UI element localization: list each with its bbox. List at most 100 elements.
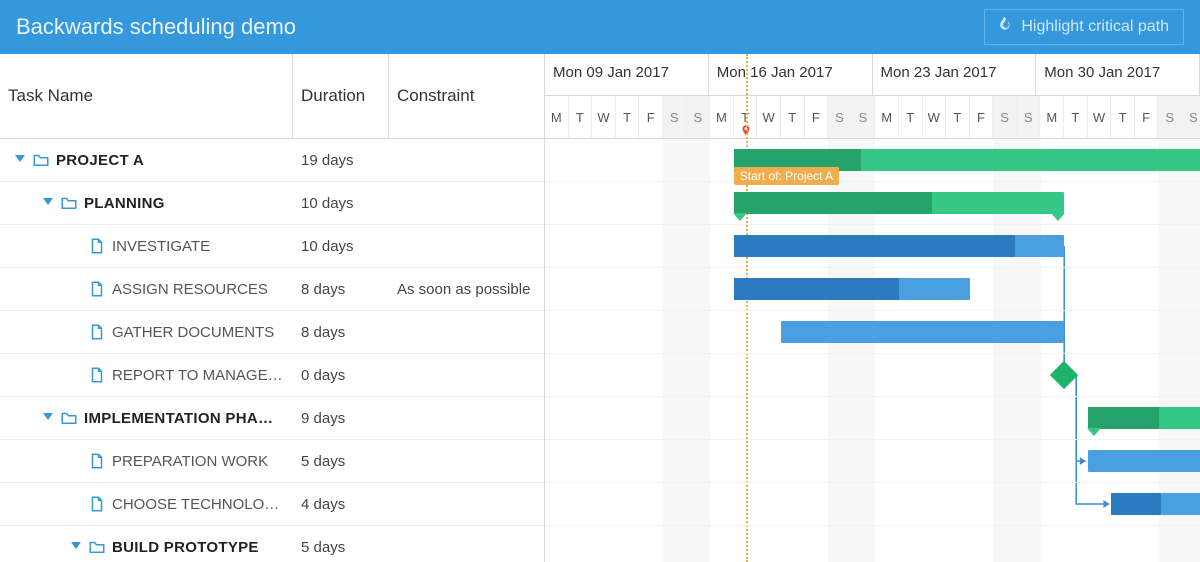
task-name-label: Implementation phase: [84, 410, 274, 427]
folder-icon: [60, 194, 78, 212]
day-header: S: [828, 96, 852, 138]
day-header: S: [1017, 96, 1041, 138]
timeline-row[interactable]: [545, 526, 1200, 562]
progress-fill: [734, 278, 899, 300]
week-header: Mon 09 Jan 2017: [545, 54, 709, 95]
week-header: Mon 23 Jan 2017: [873, 54, 1037, 95]
highlight-critical-path-label: Highlight critical path: [1021, 18, 1169, 36]
column-header-task[interactable]: Task Name: [0, 54, 293, 138]
task-name-label: Investigate: [112, 238, 210, 255]
table-row[interactable]: Gather documents8 days: [0, 311, 544, 354]
day-header: W: [1088, 96, 1112, 138]
day-header: W: [923, 96, 947, 138]
task-name-label: Choose technolo…: [112, 496, 279, 513]
progress-fill: [734, 192, 932, 214]
day-header: W: [592, 96, 616, 138]
duration-cell[interactable]: 0 days: [293, 367, 389, 384]
week-header: Mon 30 Jan 2017: [1036, 54, 1200, 95]
day-header: T: [781, 96, 805, 138]
duration-cell[interactable]: 10 days: [293, 195, 389, 212]
duration-cell[interactable]: 19 days: [293, 152, 389, 169]
day-header: S: [1158, 96, 1182, 138]
day-header: T: [946, 96, 970, 138]
table-row[interactable]: Planning 10 days: [0, 182, 544, 225]
day-header: M: [1040, 96, 1064, 138]
table-row[interactable]: Choose technolo… 4 days: [0, 483, 544, 526]
body: Task Name Duration Constraint Project A 1…: [0, 54, 1200, 562]
task-name-label: Planning: [84, 195, 165, 212]
column-header-duration[interactable]: Duration: [293, 54, 389, 138]
constraint-cell[interactable]: As soon as possible: [389, 281, 544, 298]
table-row[interactable]: Implementation phase 9 days: [0, 397, 544, 440]
day-header: T: [899, 96, 923, 138]
day-header: T: [569, 96, 593, 138]
duration-cell[interactable]: 4 days: [293, 496, 389, 513]
page-title: Backwards scheduling demo: [16, 14, 296, 40]
duration-cell[interactable]: 9 days: [293, 410, 389, 427]
highlight-critical-path-button[interactable]: Highlight critical path: [984, 9, 1184, 45]
task-name-label: Project A: [56, 152, 144, 169]
gantt-task-bar[interactable]: [1111, 493, 1200, 515]
timeline-row[interactable]: [545, 354, 1200, 397]
file-icon: [88, 323, 106, 341]
day-header: S: [993, 96, 1017, 138]
progress-fill: [734, 235, 1015, 257]
gantt-task-bar[interactable]: [734, 278, 970, 300]
timeline-panel[interactable]: Mon 09 Jan 2017Mon 16 Jan 2017Mon 23 Jan…: [545, 54, 1200, 562]
gantt-milestone[interactable]: [1050, 361, 1078, 389]
duration-cell[interactable]: 8 days: [293, 324, 389, 341]
timeline-week-row: Mon 09 Jan 2017Mon 16 Jan 2017Mon 23 Jan…: [545, 54, 1200, 96]
timeline-row[interactable]: [545, 225, 1200, 268]
gantt-summary-bar[interactable]: [734, 192, 1064, 214]
table-row[interactable]: Assign resources 8 daysAs soon as possibl…: [0, 268, 544, 311]
timeline-body[interactable]: Start of: Project A: [545, 139, 1200, 562]
task-name-label: Build prototype: [112, 539, 259, 556]
timeline-row[interactable]: [545, 268, 1200, 311]
table-row[interactable]: Investigate 10 days: [0, 225, 544, 268]
timeline-header: Mon 09 Jan 2017Mon 16 Jan 2017Mon 23 Jan…: [545, 54, 1200, 139]
file-icon: [88, 495, 106, 513]
gantt-task-bar[interactable]: [734, 235, 1064, 257]
app-root: Backwards scheduling demo Highlight crit…: [0, 0, 1200, 562]
task-rows: Project A19 daysPlanning10 daysInvestiga…: [0, 139, 544, 562]
flame-icon: [999, 16, 1013, 39]
folder-icon: [60, 409, 78, 427]
day-header: W: [757, 96, 781, 138]
file-icon: [88, 280, 106, 298]
table-row[interactable]: Report to manage… 0 days: [0, 354, 544, 397]
day-header: T: [616, 96, 640, 138]
timeline-row[interactable]: [545, 311, 1200, 354]
day-header: F: [970, 96, 994, 138]
gantt-task-bar[interactable]: [1088, 450, 1200, 472]
day-header: M: [875, 96, 899, 138]
duration-cell[interactable]: 10 days: [293, 238, 389, 255]
expand-toggle-icon[interactable]: [42, 412, 54, 424]
timeline-row[interactable]: [545, 397, 1200, 440]
timeline-row[interactable]: [545, 182, 1200, 225]
task-name-label: Report to manage…: [112, 367, 283, 384]
table-row[interactable]: Build prototype 5 days: [0, 526, 544, 562]
duration-cell[interactable]: 5 days: [293, 453, 389, 470]
expand-toggle-icon[interactable]: [14, 154, 26, 166]
expand-toggle-icon[interactable]: [42, 197, 54, 209]
gantt-task-bar[interactable]: [781, 321, 1064, 343]
column-header-constraint[interactable]: Constraint: [389, 54, 544, 138]
app-header: Backwards scheduling demo Highlight crit…: [0, 0, 1200, 54]
day-header: T: [1111, 96, 1135, 138]
expand-toggle-icon[interactable]: [70, 541, 82, 553]
day-header: S: [852, 96, 876, 138]
week-header: Mon 16 Jan 2017: [709, 54, 873, 95]
task-name-label: Assign resources: [112, 281, 268, 298]
day-header: S: [1182, 96, 1200, 138]
folder-icon: [32, 151, 50, 169]
gantt-summary-bar[interactable]: [1088, 407, 1200, 429]
task-table: Task Name Duration Constraint Project A 1…: [0, 54, 545, 562]
timeline-row[interactable]: Start of: Project A: [545, 139, 1200, 182]
progress-fill: [1088, 407, 1159, 429]
duration-cell[interactable]: 5 days: [293, 539, 389, 556]
table-row[interactable]: Project A 19 days: [0, 139, 544, 182]
timeline-row[interactable]: [545, 483, 1200, 526]
timeline-row[interactable]: [545, 440, 1200, 483]
table-row[interactable]: Preparation work5 days: [0, 440, 544, 483]
duration-cell[interactable]: 8 days: [293, 281, 389, 298]
